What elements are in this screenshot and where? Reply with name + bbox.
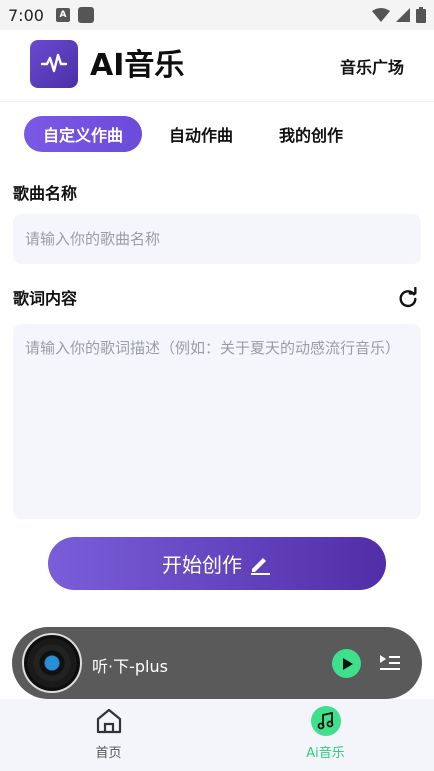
mode-tabs: 自定义作曲 自动作曲 我的创作 [24, 116, 370, 152]
edit-pencil-icon [251, 557, 270, 575]
nav-ai-music[interactable]: Ai音乐 [217, 699, 434, 771]
mini-player[interactable]: 听·下-plus [12, 627, 422, 699]
playlist-icon [380, 655, 400, 670]
notification-square-icon [77, 7, 94, 23]
lyrics-label: 歌词内容 [13, 289, 78, 308]
status-bar: 7:00 A [0, 0, 434, 30]
app-title: AI音乐 [90, 48, 185, 83]
bottom-nav: 首页 Ai音乐 [0, 699, 434, 771]
nav-home[interactable]: 首页 [0, 699, 217, 771]
lyrics-textarea[interactable] [13, 324, 421, 519]
music-note-icon [310, 706, 341, 736]
signal-icon [396, 8, 410, 22]
now-playing-title: 听·下-plus [92, 657, 168, 676]
playlist-button[interactable] [378, 651, 402, 675]
home-icon [96, 708, 121, 734]
refresh-lyrics-button[interactable] [396, 286, 420, 310]
play-icon [342, 657, 353, 670]
battery-icon [416, 7, 426, 23]
notification-a-icon: A [55, 8, 70, 22]
refresh-icon [399, 287, 417, 308]
app-header: AI音乐 音乐广场 [0, 30, 434, 102]
nav-home-label: 首页 [95, 746, 122, 761]
nav-ai-music-label: Ai音乐 [306, 746, 345, 761]
song-name-input[interactable] [13, 214, 421, 264]
status-time: 7:00 [8, 5, 44, 25]
tab-auto-compose[interactable]: 自动作曲 [150, 116, 252, 152]
wifi-icon [372, 8, 390, 22]
sound-wave-icon [40, 53, 68, 73]
tab-custom-compose[interactable]: 自定义作曲 [24, 116, 143, 152]
music-plaza-link[interactable]: 音乐广场 [340, 54, 404, 78]
start-create-button[interactable]: 开始创作 [48, 537, 386, 590]
play-button[interactable] [332, 649, 361, 678]
tab-my-creations[interactable]: 我的创作 [260, 116, 362, 152]
status-icons [372, 7, 426, 23]
start-create-label: 开始创作 [162, 553, 242, 577]
song-name-label: 歌曲名称 [13, 184, 78, 203]
app-logo [30, 40, 78, 88]
vinyl-disc-icon [22, 633, 82, 693]
